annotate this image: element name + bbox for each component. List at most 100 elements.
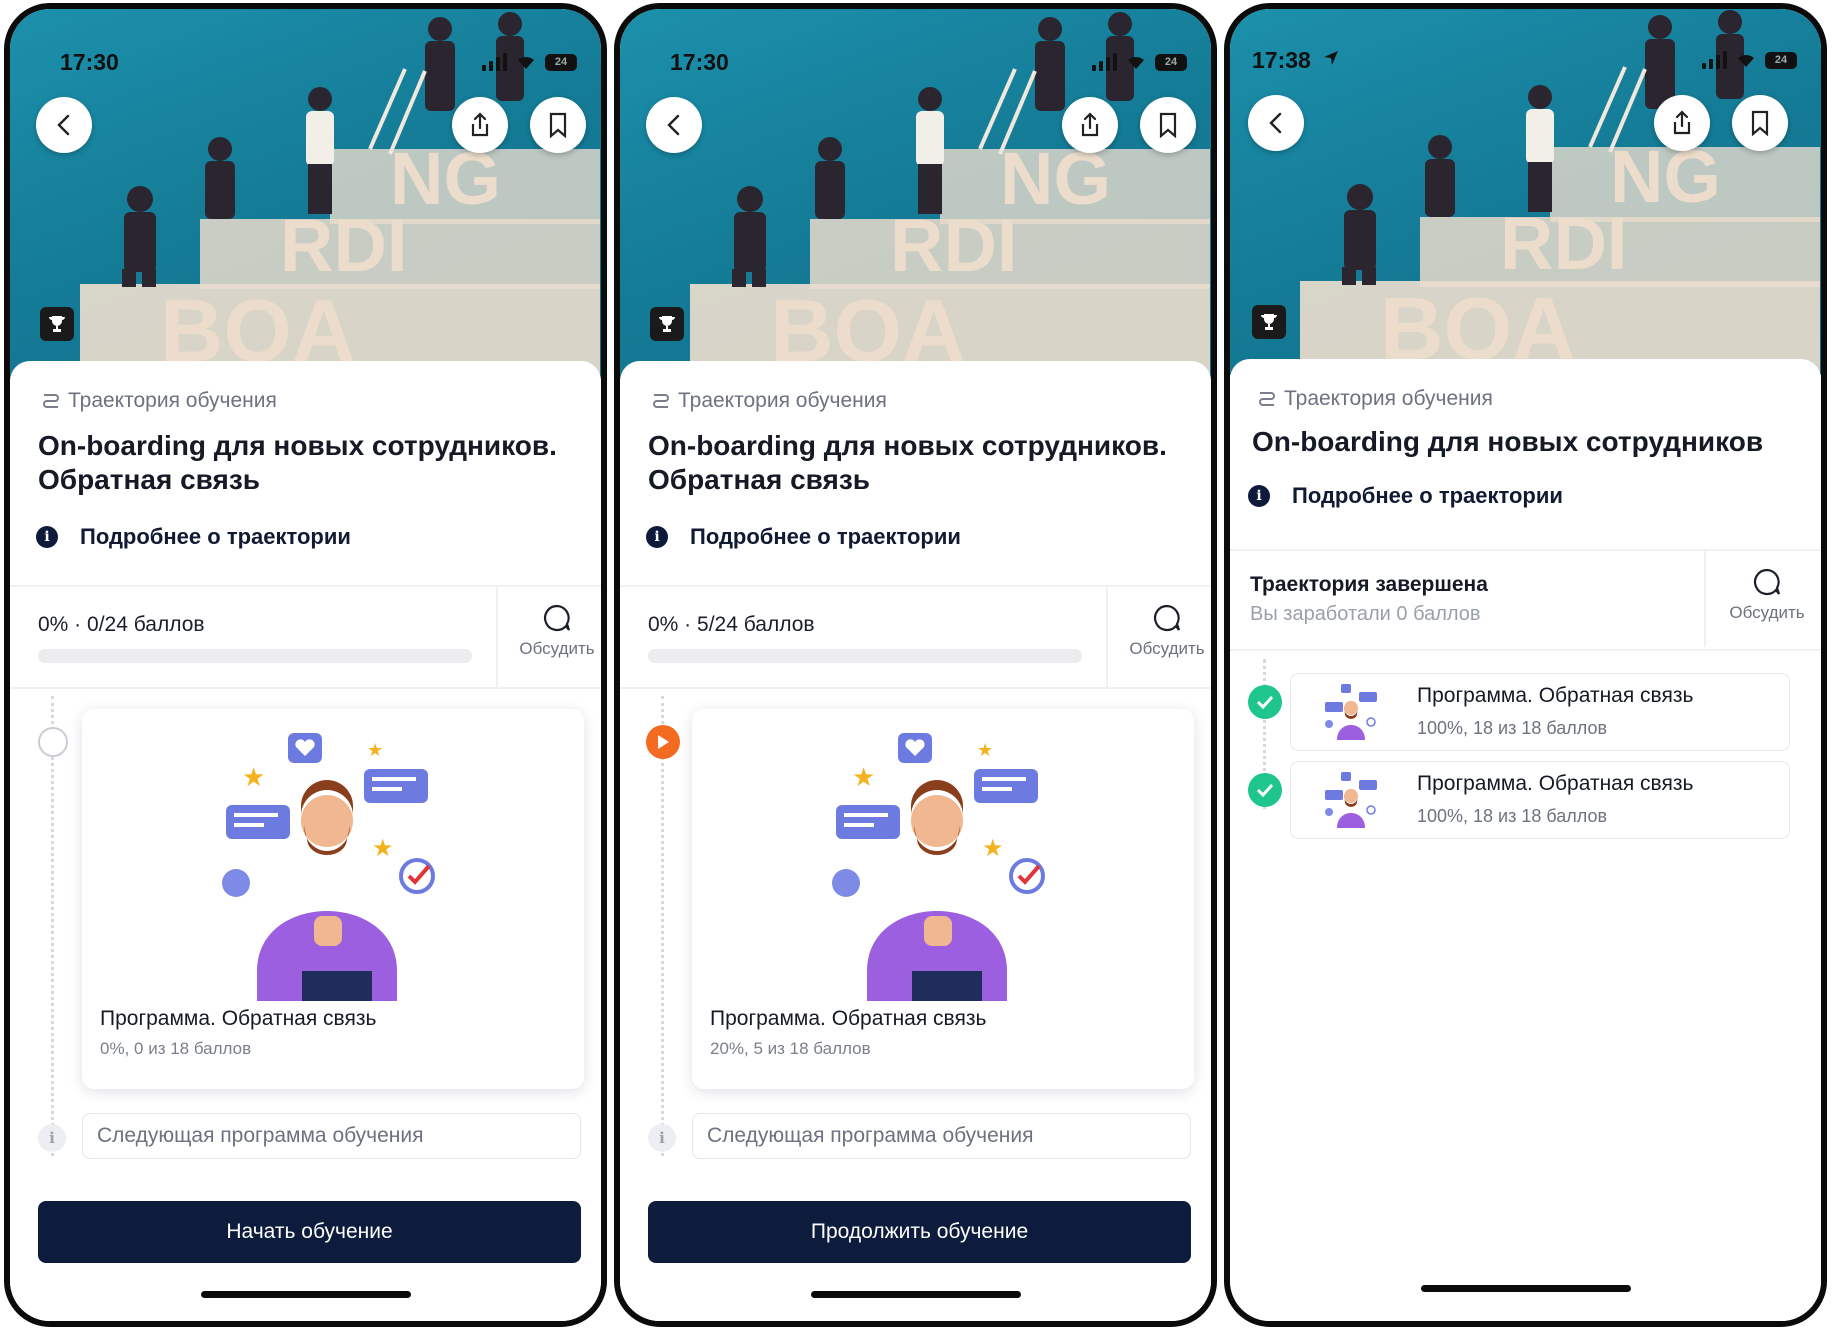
wifi-icon [1738, 54, 1754, 67]
star-icon: ★ [242, 762, 265, 792]
more-about-link[interactable]: i Подробнее о траектории [1248, 483, 1563, 509]
next-program-placeholder: Следующая программа обучения [692, 1113, 1191, 1159]
status-bar: 17:30 24 [10, 49, 601, 79]
program-item[interactable]: Программа. Обратная связь 100%, 18 из 18… [1290, 761, 1790, 839]
progress-bar [38, 649, 472, 663]
trophy-icon [49, 316, 65, 332]
back-button[interactable] [646, 97, 702, 153]
progress-bar [648, 649, 1082, 663]
next-program-placeholder: Следующая программа обучения [82, 1113, 581, 1159]
bookmark-button[interactable] [530, 97, 586, 153]
hero-text-rdi: RDI [1500, 202, 1627, 285]
trophy-badge [1252, 305, 1286, 339]
step-status-not-started [38, 727, 68, 757]
trajectory-tag-label: Траектория обучения [678, 389, 887, 412]
status-time: 17:30 [670, 49, 729, 75]
trajectory-tag-label: Траектория обучения [1284, 387, 1493, 410]
step-status-completed [1248, 685, 1282, 719]
page-title: On-boarding для новых сотрудников. Обрат… [648, 430, 1167, 495]
program-item[interactable]: Программа. Обратная связь 100%, 18 из 18… [1290, 673, 1790, 751]
status-time: 17:38 [1252, 47, 1311, 73]
more-about-label: Подробнее о траектории [80, 524, 351, 549]
page-title: On-boarding для новых сотрудников. Обрат… [38, 430, 557, 495]
share-button[interactable] [452, 97, 508, 153]
chat-bubble-icon [543, 604, 571, 632]
star-icon: ★ [852, 762, 875, 792]
phone-screen-1: BOA RDI NG 17:30 24 Траектория обучения … [4, 3, 607, 1327]
wifi-icon [1128, 56, 1144, 69]
discuss-button[interactable]: Обсудить [502, 603, 601, 659]
program-title: Программа. Обратная связь [710, 1007, 987, 1030]
bookmark-icon [1751, 110, 1769, 136]
star-icon: ★ [977, 740, 993, 760]
discuss-button[interactable]: Обсудить [1712, 567, 1821, 623]
route-icon [43, 394, 59, 408]
divider [1230, 649, 1821, 651]
program-title: Программа. Обратная связь [1417, 684, 1694, 707]
program-progress: 0%, 0 из 18 баллов [100, 1039, 252, 1058]
divider [1230, 549, 1821, 551]
info-icon: i [38, 1124, 66, 1152]
divider [620, 585, 1211, 587]
start-learning-button[interactable]: Начать обучение [38, 1201, 581, 1263]
trophy-badge [650, 307, 684, 341]
signal-icon [482, 53, 507, 71]
share-icon [1081, 112, 1099, 137]
bookmark-button[interactable] [1140, 97, 1196, 153]
route-icon [653, 394, 669, 408]
route-icon [1259, 392, 1275, 406]
more-about-label: Подробнее о траектории [690, 524, 961, 549]
info-icon: i [36, 526, 58, 548]
more-about-link[interactable]: i Подробнее о траектории [646, 524, 961, 550]
battery-icon: 24 [1155, 53, 1187, 71]
info-icon: i [648, 1124, 676, 1152]
divider [10, 687, 601, 689]
discuss-button[interactable]: Обсудить [1112, 603, 1211, 659]
bookmark-button[interactable] [1732, 95, 1788, 151]
step-status-completed [1248, 773, 1282, 807]
location-arrow-icon [1324, 51, 1338, 65]
battery-icon: 24 [545, 53, 577, 71]
timeline-line [51, 696, 54, 1156]
next-program-row: i Следующая программа обучения [648, 1113, 1191, 1161]
program-thumbnail [1325, 772, 1377, 828]
check-icon [1256, 695, 1274, 709]
phone-screen-3: BOA RDI NG 17:38 24 Траектория обучения … [1224, 3, 1827, 1327]
divider [620, 687, 1211, 689]
check-icon [1256, 783, 1274, 797]
program-card[interactable]: ★ ★ ★ Программа. Обратная связь 20%, 5 и… [692, 709, 1194, 1089]
hero-text-rdi: RDI [890, 204, 1017, 287]
chat-bubble-icon [1753, 568, 1781, 596]
home-indicator [810, 1291, 1021, 1298]
program-progress: 100%, 18 из 18 баллов [1417, 806, 1608, 826]
info-icon: i [1248, 485, 1270, 507]
program-progress: 20%, 5 из 18 баллов [710, 1039, 871, 1058]
more-about-label: Подробнее о траектории [1292, 483, 1563, 508]
program-card[interactable]: ★ ★ ★ Программа. Обратная связь 0%, 0 из… [82, 709, 584, 1089]
info-icon: i [646, 526, 668, 548]
program-title: Программа. Обратная связь [100, 1007, 377, 1030]
share-button[interactable] [1062, 97, 1118, 153]
trajectory-tag-label: Траектория обучения [68, 389, 277, 412]
back-button[interactable] [36, 97, 92, 153]
battery-icon: 24 [1765, 51, 1797, 69]
star-icon: ★ [982, 835, 1004, 862]
share-button[interactable] [1654, 95, 1710, 151]
back-button[interactable] [1248, 95, 1304, 151]
continue-learning-button[interactable]: Продолжить обучение [648, 1201, 1191, 1263]
more-about-link[interactable]: i Подробнее о траектории [36, 524, 351, 550]
trajectory-tag: Траектория обучения [40, 389, 277, 413]
program-illustration: ★ ★ ★ [832, 733, 1045, 1001]
back-arrow-icon [57, 114, 70, 136]
play-icon [658, 735, 669, 749]
status-time: 17:30 [60, 49, 119, 75]
content-sheet: Траектория обучения On-boarding для новы… [10, 361, 601, 1321]
signal-icon [1092, 53, 1117, 71]
back-arrow-icon [667, 114, 680, 136]
trophy-badge [40, 307, 74, 341]
star-icon: ★ [372, 835, 394, 862]
content-sheet: Траектория обучения On-boarding для новы… [620, 361, 1211, 1321]
trophy-icon [1261, 314, 1277, 330]
completed-subtitle: Вы заработали 0 баллов [1250, 603, 1481, 625]
share-icon [471, 112, 489, 137]
